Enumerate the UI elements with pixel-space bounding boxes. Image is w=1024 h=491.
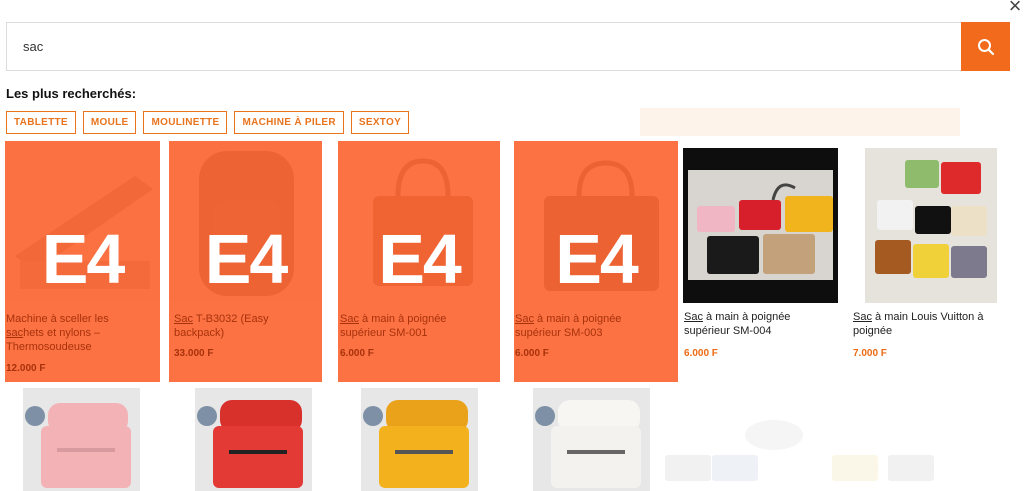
- product-card[interactable]: [195, 388, 312, 491]
- product-title: Machine à sceller les sachets et nylons …: [6, 313, 109, 353]
- overlay-label: E4: [41, 220, 126, 298]
- background-banner: [640, 108, 960, 136]
- product-image: [683, 148, 838, 303]
- tag-moulinette[interactable]: MOULINETTE: [143, 111, 228, 134]
- product-title: Sac à main à poignée supérieur SM-001: [340, 313, 447, 339]
- product-card[interactable]: E4 Sac T-B3032 (Easy backpack) 33.000 F: [169, 141, 322, 382]
- search-input[interactable]: [6, 22, 961, 71]
- product-image: [23, 388, 140, 491]
- search-button[interactable]: [961, 22, 1010, 71]
- payment-logo: [888, 455, 934, 481]
- product-card[interactable]: [361, 388, 478, 491]
- product-card[interactable]: [533, 388, 650, 491]
- tag-sextoy[interactable]: SEXTOY: [350, 111, 410, 134]
- product-price: 6.000 F: [515, 348, 549, 359]
- product-card[interactable]: E4 Machine à sceller les sachets et nylo…: [5, 141, 160, 382]
- close-button[interactable]: ×: [1005, 0, 1024, 17]
- popular-searches-title: Les plus recherchés:: [6, 86, 137, 101]
- tag-moule[interactable]: MOULE: [82, 111, 137, 134]
- payment-logo: [665, 455, 711, 481]
- payment-logo: [712, 455, 758, 481]
- product-title: Sac à main à poignée supérieur SM-003: [515, 313, 622, 339]
- product-card[interactable]: E4 Sac à main à poignée supérieur SM-003…: [514, 141, 678, 382]
- payment-logo: [832, 455, 878, 481]
- tag-machine-a-piler[interactable]: MACHINE À PILER: [234, 111, 344, 134]
- overlay-label: E4: [555, 220, 639, 298]
- product-price: 6.000 F: [340, 348, 374, 359]
- tag-tablette[interactable]: TABLETTE: [6, 111, 76, 134]
- product-image: [533, 388, 650, 491]
- popular-tags: TABLETTE MOULE MOULINETTE MACHINE À PILE…: [6, 111, 410, 134]
- product-image: [865, 148, 997, 303]
- product-card[interactable]: E4 Sac à main à poignée supérieur SM-001…: [338, 141, 500, 382]
- overlay-label: E4: [204, 220, 289, 298]
- product-title: Sac T-B3032 (Easy backpack): [174, 313, 269, 339]
- product-title: Sac à main à poignée supérieur SM-004: [684, 311, 791, 337]
- overlay-label: E4: [378, 220, 462, 298]
- search-bar: [6, 22, 1010, 71]
- product-price: 6.000 F: [684, 348, 718, 359]
- product-title: Sac à main Louis Vuitton à poignée: [853, 311, 984, 337]
- product-card[interactable]: [23, 388, 140, 491]
- background-shape: [745, 420, 803, 450]
- product-card[interactable]: Sac à main Louis Vuitton à poignée 7.000…: [853, 141, 1013, 382]
- product-price: 12.000 F: [6, 363, 46, 374]
- product-price: 33.000 F: [174, 348, 214, 359]
- product-card[interactable]: Sac à main à poignée supérieur SM-004 6.…: [683, 141, 843, 382]
- product-price: 7.000 F: [853, 348, 887, 359]
- product-image: [195, 388, 312, 491]
- product-image: [361, 388, 478, 491]
- search-icon: [977, 38, 994, 55]
